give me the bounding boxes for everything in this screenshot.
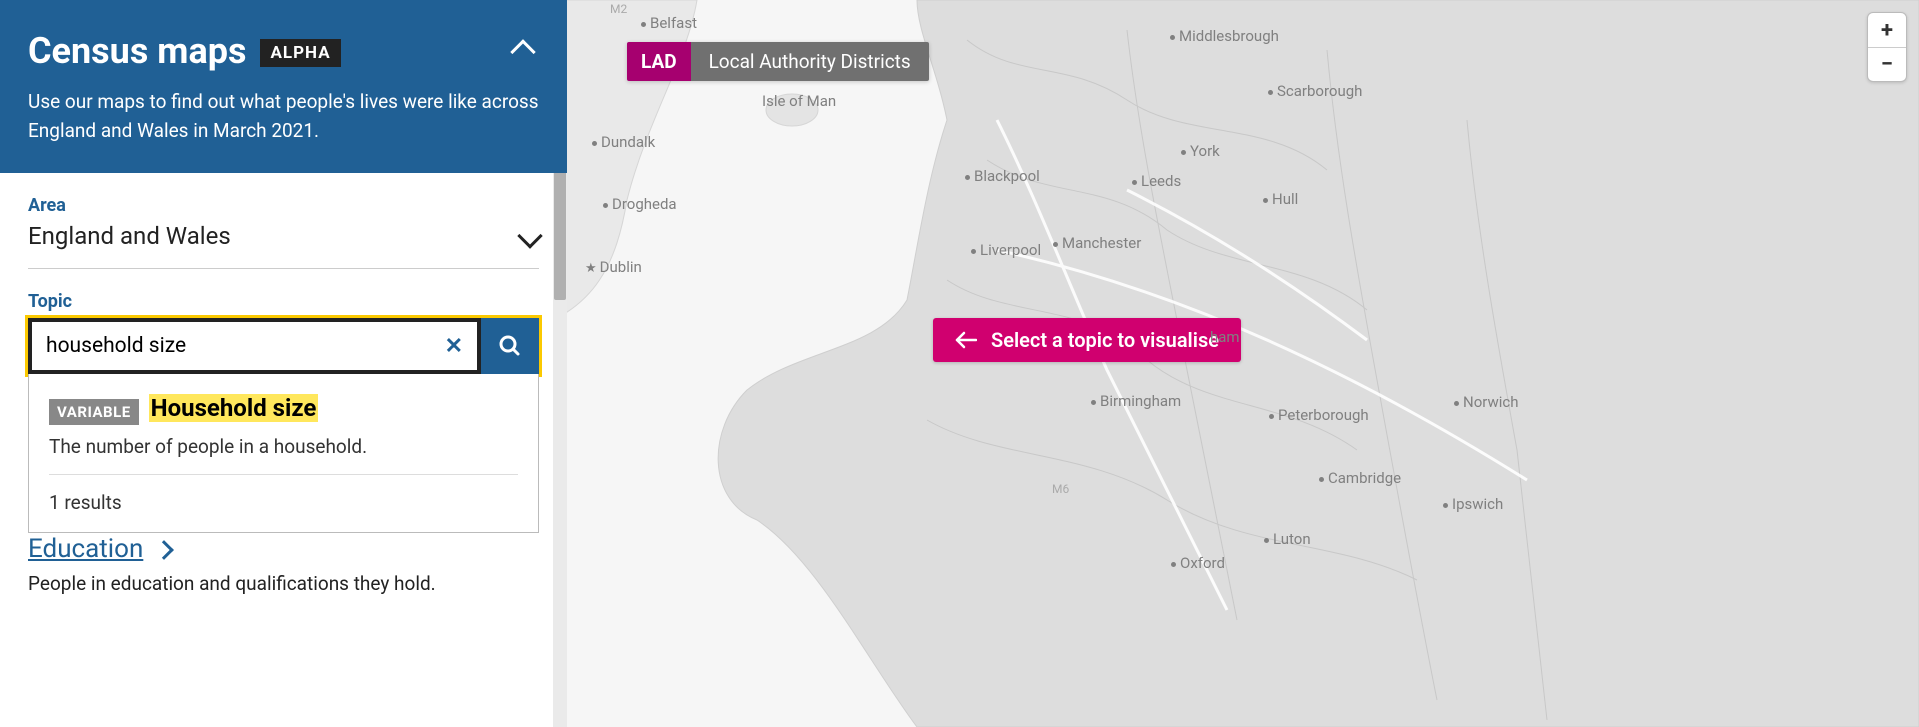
select-topic-callout[interactable]: Select a topic to visualise [933, 318, 1241, 362]
app-title: Census maps [28, 30, 246, 72]
geography-level-abbr: LAD [627, 42, 691, 81]
chevron-right-icon [154, 540, 174, 560]
education-link[interactable]: Education [28, 534, 143, 564]
variable-tag: VARIABLE [49, 399, 139, 425]
education-description: People in education and qualifications t… [28, 572, 539, 595]
alpha-badge: ALPHA [260, 39, 340, 67]
zoom-in-button[interactable]: + [1868, 13, 1906, 47]
search-suggestion-item[interactable]: VARIABLE Household size The number of pe… [49, 394, 518, 475]
search-icon [498, 334, 522, 358]
sidebar: Census maps ALPHA Use our maps to find o… [0, 0, 567, 727]
arrow-left-icon [955, 331, 977, 349]
suggestion-results-count: 1 results [49, 491, 518, 514]
suggestion-description: The number of people in a household. [49, 435, 518, 458]
sidebar-body: Area England and Wales Topic ✕ [0, 173, 567, 615]
geography-level-badge: LAD Local Authority Districts [627, 42, 929, 81]
app-description: Use our maps to find out what people's l… [28, 88, 539, 145]
suggestion-title: Household size [149, 394, 319, 422]
chevron-up-icon [510, 39, 535, 64]
topic-category-education[interactable]: Education People in education and qualif… [28, 534, 539, 595]
select-topic-text: Select a topic to visualise [991, 328, 1219, 352]
basemap-svg [567, 0, 1919, 727]
clear-search-button[interactable]: ✕ [431, 334, 477, 359]
topic-section: Topic ✕ VARIABLE Household size The num [28, 291, 539, 374]
geography-level-name: Local Authority Districts [691, 42, 929, 81]
sidebar-header: Census maps ALPHA Use our maps to find o… [0, 0, 567, 173]
topic-search-input[interactable] [32, 322, 431, 370]
zoom-out-button[interactable]: − [1868, 47, 1906, 81]
area-selector[interactable]: England and Wales [28, 222, 539, 269]
zoom-controls: + − [1867, 12, 1907, 82]
topic-search: ✕ [28, 318, 539, 374]
collapse-sidebar-button[interactable] [507, 36, 539, 68]
map-canvas[interactable]: LAD Local Authority Districts Select a t… [567, 0, 1919, 727]
chevron-down-icon [517, 223, 542, 248]
topic-label: Topic [28, 291, 539, 312]
area-label: Area [28, 195, 539, 216]
search-suggestions: VARIABLE Household size The number of pe… [28, 374, 539, 533]
area-value: England and Wales [28, 222, 231, 250]
search-button[interactable] [481, 318, 539, 374]
